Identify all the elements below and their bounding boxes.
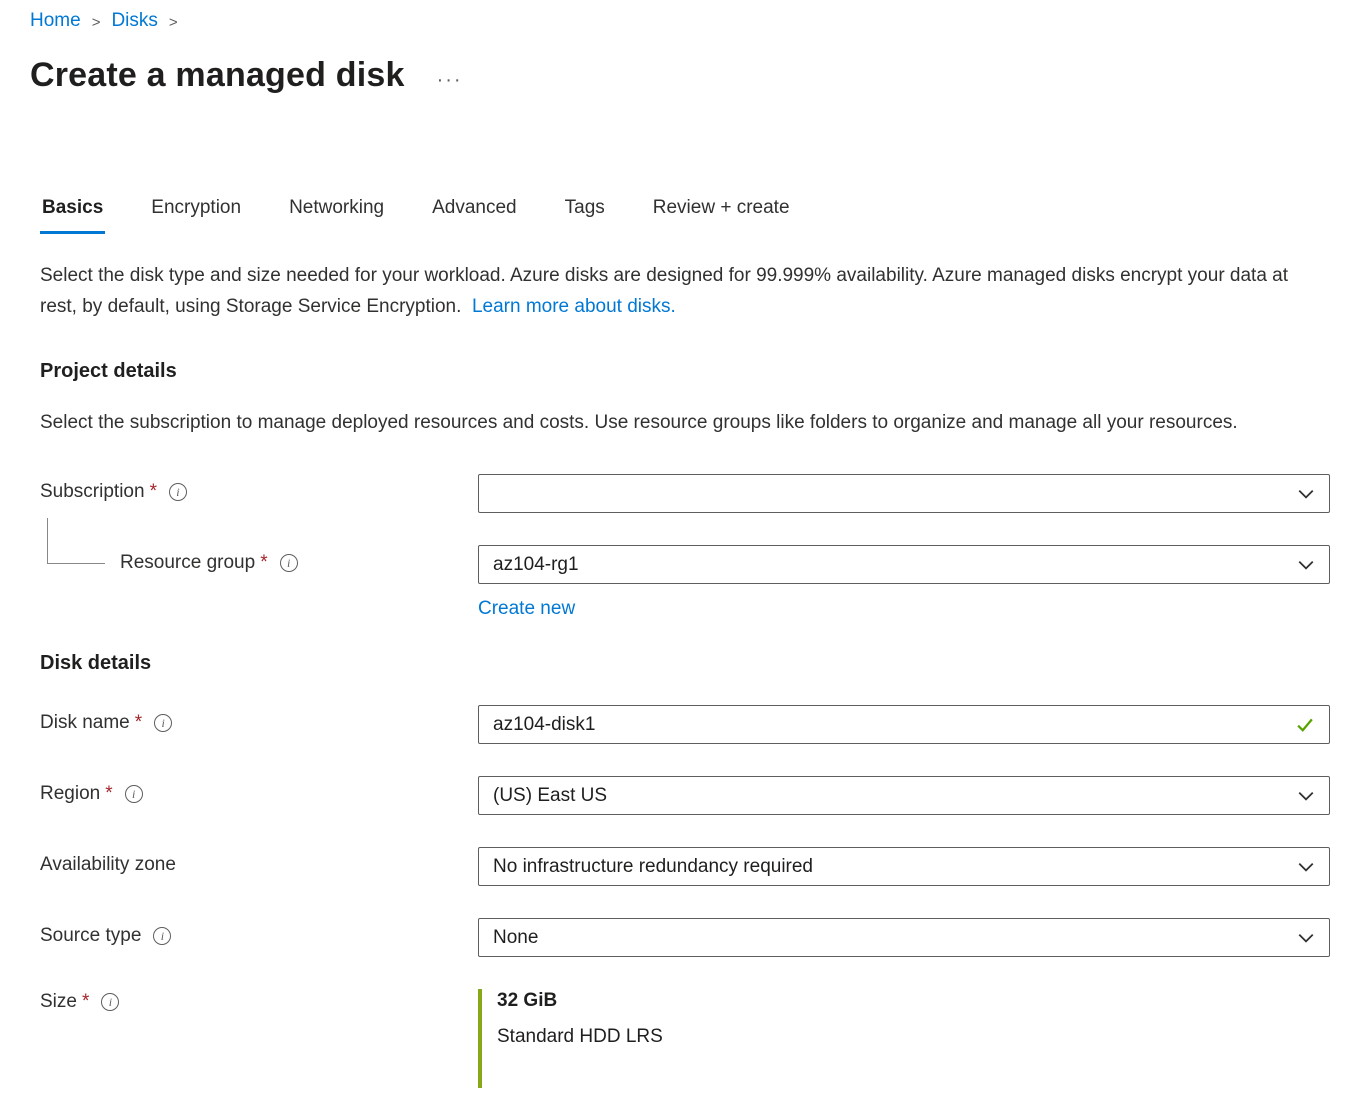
learn-more-disks-link[interactable]: Learn more about disks.	[472, 296, 676, 317]
resource-group-info-icon[interactable]: i	[280, 554, 298, 572]
breadcrumb-home-link[interactable]: Home	[30, 10, 81, 32]
size-sku: Standard HDD LRS	[497, 1026, 1330, 1048]
availability-zone-label-text: Availability zone	[40, 854, 176, 876]
subscription-label: Subscription * i	[40, 474, 478, 503]
availability-zone-field-row: Availability zone No infrastructure redu…	[40, 847, 1330, 886]
subscription-dropdown[interactable]	[478, 474, 1330, 513]
page-title: Create a managed disk	[30, 56, 405, 95]
breadcrumb: Home > Disks >	[30, 8, 1330, 32]
required-asterisk: *	[105, 783, 112, 805]
create-new-resource-group-link[interactable]: Create new	[478, 598, 575, 620]
availability-zone-dropdown-value: No infrastructure redundancy required	[493, 856, 813, 878]
size-label: Size * i	[40, 989, 478, 1013]
resource-group-label: Resource group * i	[40, 545, 478, 574]
tab-review-create[interactable]: Review + create	[651, 191, 792, 234]
required-asterisk: *	[135, 712, 142, 734]
tab-advanced[interactable]: Advanced	[430, 191, 519, 234]
project-details-form: Subscription * i Resource g	[40, 474, 1330, 620]
region-info-icon[interactable]: i	[125, 785, 143, 803]
disk-name-field-row: Disk name * i az104-disk1	[40, 705, 1330, 744]
disk-name-label-text: Disk name	[40, 712, 130, 734]
size-value: 32 GiB	[497, 990, 1330, 1012]
intro-text: Select the disk type and size needed for…	[40, 260, 1330, 322]
size-field-row: Size * i 32 GiB Standard HDD LRS	[40, 989, 1330, 1088]
disk-details-heading: Disk details	[40, 652, 1330, 675]
region-field-row: Region * i (US) East US	[40, 776, 1330, 815]
disk-name-input-value: az104-disk1	[493, 714, 595, 736]
create-managed-disk-page: Home > Disks > Create a managed disk ···…	[0, 0, 1348, 1088]
subscription-label-text: Subscription	[40, 481, 145, 503]
wizard-tabs: Basics Encryption Networking Advanced Ta…	[40, 191, 1330, 234]
breadcrumb-separator: >	[169, 12, 178, 31]
chevron-down-icon	[1297, 556, 1315, 574]
disk-details-form: Disk name * i az104-disk1 Region	[40, 705, 1330, 1088]
resource-group-label-text: Resource group	[120, 552, 255, 574]
subscription-info-icon[interactable]: i	[169, 483, 187, 501]
resource-group-dropdown[interactable]: az104-rg1	[478, 545, 1330, 584]
chevron-down-icon	[1297, 929, 1315, 947]
region-dropdown[interactable]: (US) East US	[478, 776, 1330, 815]
source-type-dropdown[interactable]: None	[478, 918, 1330, 957]
breadcrumb-separator: >	[92, 12, 101, 31]
disk-name-info-icon[interactable]: i	[154, 714, 172, 732]
disk-name-label: Disk name * i	[40, 705, 478, 734]
tab-tags[interactable]: Tags	[563, 191, 607, 234]
tab-networking[interactable]: Networking	[287, 191, 386, 234]
source-type-field-row: Source type i None	[40, 918, 1330, 957]
required-asterisk: *	[150, 481, 157, 503]
breadcrumb-disks-link[interactable]: Disks	[111, 10, 157, 32]
subscription-field-row: Subscription * i	[40, 474, 1330, 513]
region-label: Region * i	[40, 776, 478, 805]
region-label-text: Region	[40, 783, 100, 805]
chevron-down-icon	[1297, 858, 1315, 876]
size-label-text: Size	[40, 991, 77, 1013]
more-options-icon[interactable]: ···	[437, 59, 463, 92]
availability-zone-dropdown[interactable]: No infrastructure redundancy required	[478, 847, 1330, 886]
tab-basics[interactable]: Basics	[40, 191, 105, 234]
resource-group-field-row: Resource group * i az104-rg1 Create new	[40, 545, 1330, 620]
size-info-icon[interactable]: i	[101, 993, 119, 1011]
disk-name-input[interactable]: az104-disk1	[478, 705, 1330, 744]
source-type-label-text: Source type	[40, 925, 141, 947]
chevron-down-icon	[1297, 787, 1315, 805]
valid-check-icon	[1295, 715, 1315, 735]
region-dropdown-value: (US) East US	[493, 785, 607, 807]
size-summary-block: 32 GiB Standard HDD LRS	[478, 989, 1330, 1088]
project-details-description: Select the subscription to manage deploy…	[40, 407, 1330, 438]
tab-content-basics: Select the disk type and size needed for…	[40, 260, 1330, 1088]
title-row: Create a managed disk ···	[30, 56, 1330, 95]
resource-group-dropdown-value: az104-rg1	[493, 554, 579, 576]
required-asterisk: *	[260, 552, 267, 574]
availability-zone-label: Availability zone	[40, 847, 478, 876]
required-asterisk: *	[82, 991, 89, 1013]
source-type-dropdown-value: None	[493, 927, 538, 949]
field-connector-line	[47, 518, 105, 564]
chevron-down-icon	[1297, 485, 1315, 503]
source-type-label: Source type i	[40, 918, 478, 947]
tab-encryption[interactable]: Encryption	[149, 191, 243, 234]
source-type-info-icon[interactable]: i	[153, 927, 171, 945]
project-details-heading: Project details	[40, 360, 1330, 383]
